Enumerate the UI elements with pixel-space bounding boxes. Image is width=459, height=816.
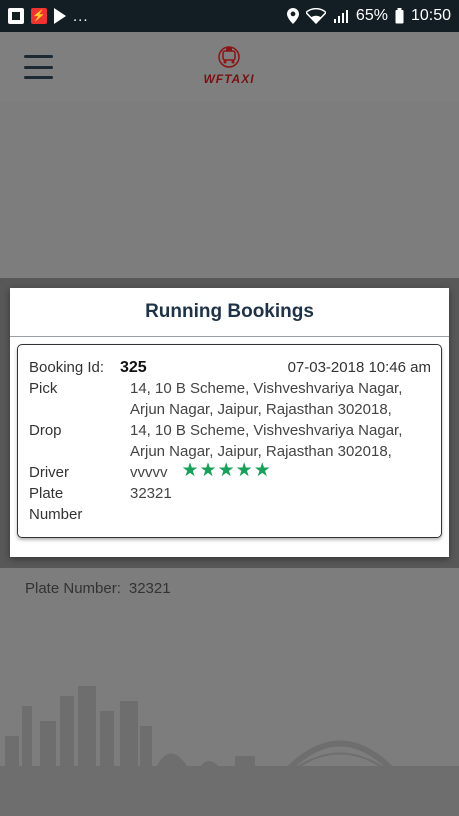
- system-icons: 65% 10:50: [286, 7, 451, 25]
- pick-label: Pick: [29, 380, 58, 397]
- more-notifications: ...: [73, 7, 89, 25]
- pick-row: Pick 14, 10 B Scheme, Vishveshvariya Nag…: [29, 378, 431, 420]
- star-icon: ★: [253, 460, 272, 481]
- play-store-icon: [54, 8, 66, 24]
- star-icon: ★: [199, 460, 218, 481]
- battery-percent: 65%: [355, 7, 388, 24]
- plate-label-line-2: Number: [29, 506, 83, 523]
- plate-label-line-1: Plate: [29, 485, 64, 502]
- dialog-title: Running Bookings: [10, 288, 449, 337]
- wifi-icon: [305, 8, 326, 24]
- drop-row: Drop 14, 10 B Scheme, Vishveshvariya Nag…: [29, 420, 431, 462]
- plate-value: 32321: [130, 485, 172, 502]
- driver-row: Driver vvvvv ★★★★★: [29, 460, 431, 483]
- taxi-logo-icon: [218, 46, 240, 68]
- drop-address: 14, 10 B Scheme, Vishveshvariya Nagar, A…: [130, 422, 403, 460]
- status-bar: ⚡ ... 65% 10:50: [0, 0, 459, 32]
- pick-address: 14, 10 B Scheme, Vishveshvariya Nagar, A…: [130, 380, 403, 418]
- flash-icon: ⚡: [31, 8, 47, 24]
- plate-number-label: Plate Number:: [25, 580, 121, 597]
- booking-card[interactable]: Booking Id: 325 07-03-2018 10:46 am Pick…: [17, 344, 442, 538]
- plate-row: Plate Number 32321: [29, 483, 431, 525]
- app-logo: WFTAXI: [198, 42, 260, 90]
- booking-id-label: Booking Id:: [29, 359, 105, 376]
- star-icon: ★: [217, 460, 236, 481]
- running-bookings-dialog: Running Bookings Booking Id: 325 07-03-2…: [10, 288, 449, 557]
- driver-name: vvvvv: [130, 464, 168, 481]
- signal-icon: [333, 10, 348, 23]
- flipboard-icon: [8, 8, 24, 24]
- star-icon: ★: [235, 460, 254, 481]
- plate-number-line: Plate Number: 32321: [25, 580, 171, 597]
- notification-icons: ⚡ ...: [8, 8, 89, 25]
- plate-number-value: 32321: [128, 580, 171, 597]
- drop-label: Drop: [29, 422, 62, 439]
- clock: 10:50: [410, 7, 451, 24]
- booking-id-value: 325: [120, 359, 147, 376]
- booking-id-row: Booking Id: 325 07-03-2018 10:46 am: [29, 357, 431, 378]
- driver-label: Driver: [29, 464, 69, 481]
- booking-datetime: 07-03-2018 10:46 am: [287, 359, 431, 376]
- hamburger-menu-icon[interactable]: [24, 55, 53, 79]
- star-icon: ★: [181, 460, 200, 481]
- battery-icon: [395, 8, 404, 24]
- app-bar: WFTAXI: [0, 32, 459, 102]
- location-icon: [286, 8, 299, 24]
- driver-rating-stars: ★★★★★: [181, 460, 272, 483]
- plate-label: Plate Number: [29, 483, 130, 525]
- logo-text: WFTAXI: [203, 72, 255, 86]
- city-skyline-image: [0, 686, 459, 816]
